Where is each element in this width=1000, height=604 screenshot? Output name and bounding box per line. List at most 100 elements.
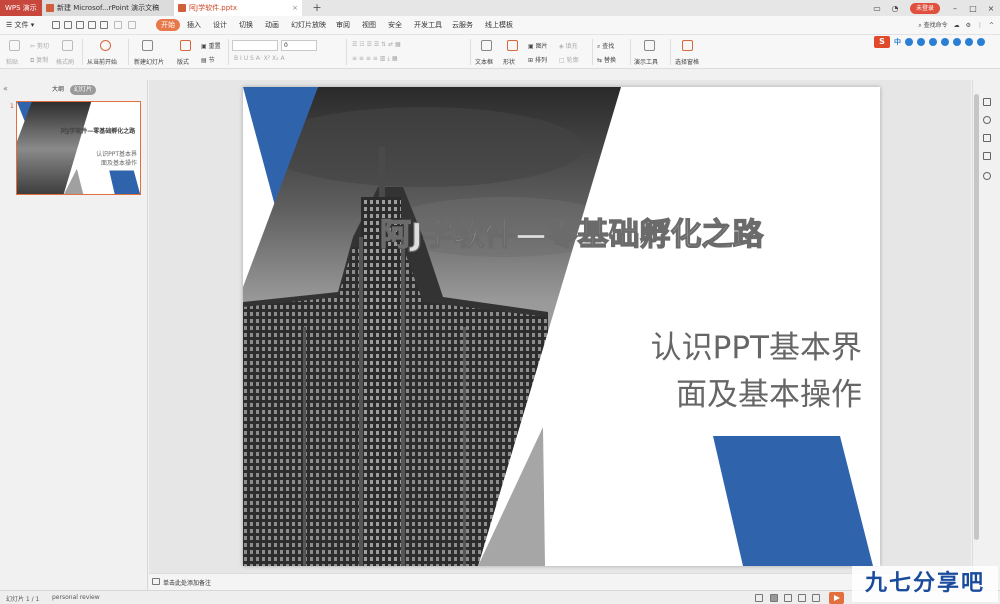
presentation-tools-label[interactable]: 演示工具 — [634, 57, 658, 66]
paste-label[interactable]: 粘贴 — [6, 57, 18, 66]
ime-menu-icon[interactable] — [977, 38, 985, 46]
tab-slides[interactable]: 幻灯片 — [70, 85, 97, 95]
copy-button[interactable]: ⧉ 复制 — [30, 55, 48, 65]
find-button[interactable]: ⌕ 查找 — [597, 41, 614, 51]
slide-thumbnail[interactable]: 阿J学软件—零基础孵化之路 认识PPT基本界 面及基本操作 — [16, 101, 141, 195]
sogou-logo-icon[interactable]: S — [874, 36, 890, 48]
protect-eye-icon[interactable] — [812, 594, 820, 602]
collapse-panel-icon[interactable]: « — [3, 84, 8, 93]
font-name-select[interactable] — [232, 40, 278, 51]
new-slide-icon[interactable] — [142, 40, 153, 51]
print-preview-icon[interactable] — [100, 21, 108, 29]
picture-button[interactable]: ▣ 图片 — [528, 41, 548, 50]
document-tab-active[interactable]: 阿J学软件.pptx × — [174, 0, 302, 16]
reading-view-icon[interactable] — [798, 594, 806, 602]
fill-label: 填充 — [565, 43, 578, 50]
ime-punctuation-icon[interactable] — [905, 38, 913, 46]
save-icon[interactable] — [64, 21, 72, 29]
section-button[interactable]: ▤ 节 — [201, 55, 215, 64]
replace-button[interactable]: ⇆ 替换 — [597, 55, 616, 64]
history-icon[interactable] — [983, 172, 991, 180]
format-painter-label[interactable]: 格式刷 — [56, 57, 74, 66]
new-tab-button[interactable]: + — [310, 0, 324, 16]
slide-sorter-icon[interactable] — [784, 594, 792, 602]
notes-bar[interactable]: 单击此处添加备注 — [149, 573, 971, 590]
menu-developer[interactable]: 开发工具 — [410, 19, 446, 31]
cut-button[interactable]: ✂ 剪切 — [30, 41, 49, 50]
share-icon[interactable] — [983, 116, 991, 124]
font-style-buttons[interactable]: B I U S A· X² X₂ A — [234, 55, 285, 62]
notes-placeholder[interactable]: 单击此处添加备注 — [163, 578, 211, 587]
properties-icon[interactable] — [983, 152, 991, 160]
vertical-scrollbar[interactable] — [974, 94, 979, 540]
open-icon[interactable] — [52, 21, 60, 29]
app-menu-button[interactable]: WPS 演示 — [0, 0, 42, 16]
select-pane-label[interactable]: 选择窗格 — [675, 57, 699, 66]
ime-skin-icon[interactable] — [953, 38, 961, 46]
slide-subtitle-line-2[interactable]: 面及基本操作 — [676, 369, 862, 414]
menu-security[interactable]: 安全 — [384, 19, 406, 31]
paste-icon[interactable] — [9, 40, 20, 51]
outline-button[interactable]: □ 轮廓 — [559, 55, 579, 64]
more-icon[interactable]: ⋮ — [977, 22, 983, 29]
reset-button[interactable]: ▣ 重置 — [201, 41, 221, 50]
menu-view[interactable]: 视图 — [358, 19, 380, 31]
slide-title[interactable]: 阿J学软件—零基础孵化之路 — [379, 209, 764, 254]
minimize-icon[interactable]: – — [949, 4, 961, 13]
copy-pane-icon[interactable] — [983, 98, 991, 106]
font-size-select[interactable]: 0 — [281, 40, 317, 51]
play-from-current-label[interactable]: 从当前开始 — [87, 57, 117, 66]
search-command[interactable]: ⌕ 查找命令 — [918, 20, 947, 30]
shape-label[interactable]: 形状 — [503, 57, 515, 66]
menu-home[interactable]: 开始 — [156, 19, 180, 31]
tablet-mode-icon[interactable]: ▭ — [871, 4, 883, 13]
presentation-tools-icon[interactable] — [644, 40, 655, 51]
undo-icon[interactable] — [114, 21, 122, 29]
menu-design[interactable]: 设计 — [209, 19, 231, 31]
redo-icon[interactable] — [128, 21, 136, 29]
menu-transition[interactable]: 切换 — [235, 19, 257, 31]
cloud-sync-icon[interactable]: ☁ — [954, 22, 960, 29]
tab-outline[interactable]: 大纲 — [48, 85, 68, 95]
paragraph-buttons-row1[interactable]: ☰ ☷ ☰ ☰ ⇅ ⇄ ▦ — [352, 41, 401, 48]
menu-slideshow[interactable]: 幻灯片放映 — [287, 19, 330, 31]
paragraph-buttons-row2[interactable]: ≡ ≡ ≡ ≡ ▥ ⤓ ▦ — [352, 55, 398, 63]
menu-animation[interactable]: 动画 — [261, 19, 283, 31]
ime-lang-indicator[interactable]: 中 — [894, 37, 901, 47]
select-pane-icon[interactable] — [682, 40, 693, 51]
login-button[interactable]: 未登录 — [909, 2, 940, 14]
export-pdf-icon[interactable] — [76, 21, 84, 29]
collapse-ribbon-icon[interactable]: ^ — [989, 22, 994, 29]
play-from-current-icon[interactable] — [100, 40, 111, 51]
menu-insert[interactable]: 插入 — [183, 19, 205, 31]
normal-view-icon[interactable] — [770, 594, 778, 602]
text-box-icon[interactable] — [481, 40, 492, 51]
menu-review[interactable]: 审阅 — [332, 19, 354, 31]
print-icon[interactable] — [88, 21, 96, 29]
notes-toggle-icon[interactable] — [755, 594, 763, 602]
arrange-button[interactable]: ⊞ 排列 — [528, 55, 547, 64]
text-box-label[interactable]: 文本框 — [475, 57, 493, 66]
new-slide-label[interactable]: 新建幻灯片 — [134, 57, 164, 66]
layout-icon[interactable] — [180, 40, 191, 51]
fill-button[interactable]: ◈ 填充 — [559, 41, 578, 50]
document-tab[interactable]: 新建 Microsof...rPoint 演示文稿 — [42, 0, 174, 16]
maximize-icon[interactable]: □ — [967, 4, 979, 13]
skin-icon[interactable]: ◔ — [889, 4, 901, 13]
menu-online-templates[interactable]: 线上模板 — [481, 19, 517, 31]
ime-emoji-icon[interactable] — [917, 38, 925, 46]
ime-keyboard-icon[interactable] — [941, 38, 949, 46]
ime-tools-icon[interactable] — [965, 38, 973, 46]
menu-cloud[interactable]: 云服务 — [448, 19, 477, 31]
animation-pane-icon[interactable] — [983, 134, 991, 142]
close-window-icon[interactable]: × — [985, 4, 997, 13]
close-tab-icon[interactable]: × — [292, 0, 298, 16]
format-painter-icon[interactable] — [62, 40, 73, 51]
settings-icon[interactable]: ⚙ — [966, 22, 971, 29]
file-menu[interactable]: ☰ 文件 ▾ — [6, 20, 34, 30]
slide-subtitle-line-1[interactable]: 认识PPT基本界 — [651, 322, 862, 367]
shape-icon[interactable] — [507, 40, 518, 51]
play-slideshow-button[interactable] — [829, 592, 844, 604]
layout-label[interactable]: 版式 — [177, 57, 189, 66]
ime-voice-icon[interactable] — [929, 38, 937, 46]
